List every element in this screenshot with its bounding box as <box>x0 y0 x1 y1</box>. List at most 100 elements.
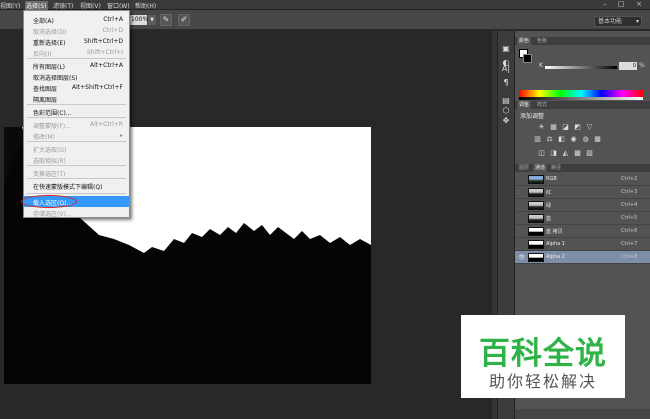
menu-view-y[interactable]: 视图(Y) <box>0 1 20 10</box>
select-menu-item[interactable]: 选取相似(R) <box>24 154 129 165</box>
background-color-swatch[interactable] <box>523 54 532 63</box>
channel-row[interactable]: RGB Ctrl+2 <box>515 173 650 186</box>
select-menu-item[interactable]: 取消选择(D) Ctrl+D <box>24 25 129 36</box>
zoom-input[interactable]: 100% <box>130 15 148 25</box>
menu-window[interactable]: 窗口(W) <box>107 1 130 10</box>
menu-item-label: 调整蒙版(F)... <box>33 123 71 130</box>
watermark-title: 百科全说 <box>479 336 607 372</box>
select-menu-dropdown: 全部(A) Ctrl+A 取消选择(D) Ctrl+D 重新选择(E) Shift+Ctr… <box>23 10 130 218</box>
black-white-icon[interactable]: ◧ <box>557 135 566 143</box>
color-balance-icon[interactable]: ⚖ <box>545 135 554 143</box>
visibility-eye-icon[interactable]: 👁 <box>518 254 526 261</box>
select-menu-item[interactable]: 存储选区(V)... <box>24 207 129 218</box>
channel-name: 蓝 拷贝 <box>546 229 563 235</box>
select-menu-item[interactable]: 取消选择图层(S) <box>24 71 129 82</box>
select-menu-item[interactable]: 变换选区(T) <box>24 167 129 178</box>
channel-row[interactable]: 👁 Alpha 2 Ctrl+8 <box>515 251 650 264</box>
visibility-eye-icon[interactable] <box>518 241 525 248</box>
channel-row[interactable]: 蓝 拷贝 Ctrl+6 <box>515 225 650 238</box>
select-menu-item[interactable]: 色彩范围(C)... <box>24 106 129 117</box>
select-menu-item[interactable]: 重新选择(E) Shift+Ctrl+D <box>24 36 129 47</box>
select-menu-item[interactable]: 所有图层(L) Alt+Ctrl+A <box>24 60 129 71</box>
select-menu-item[interactable]: 调整蒙版(F)... Alt+Ctrl+R <box>24 119 129 130</box>
visibility-eye-icon[interactable] <box>518 202 525 209</box>
menu-help[interactable]: 帮助(H) <box>135 1 156 10</box>
k-value-input[interactable]: 0 <box>619 62 637 70</box>
color-lookup-icon[interactable]: ▦ <box>593 135 602 143</box>
menu-item-shortcut: ▸ <box>119 132 123 139</box>
select-menu-item[interactable]: 修改(M) ▸ <box>24 130 129 141</box>
color-panel-icon[interactable]: ▣ <box>500 43 512 55</box>
menu-separator <box>27 141 126 142</box>
close-button[interactable]: × <box>632 0 646 9</box>
channel-name: 红 <box>546 190 552 196</box>
visibility-eye-icon[interactable] <box>518 176 525 183</box>
zoom-dropdown-icon[interactable]: ▼ <box>148 15 156 25</box>
channel-shortcut: Ctrl+4 <box>621 202 638 208</box>
channel-row[interactable]: Alpha 1 Ctrl+7 <box>515 238 650 251</box>
levels-icon[interactable]: ▦ <box>549 123 558 131</box>
photo-filter-icon[interactable]: ◉ <box>569 135 578 143</box>
channel-row[interactable]: 蓝 Ctrl+5 <box>515 212 650 225</box>
menu-bar: 视图(Y) 选择(S) 滤镜(T) 视图(V) 窗口(W) 帮助(H) – □ … <box>0 0 650 10</box>
tab-color[interactable]: 颜色 <box>517 37 532 45</box>
tablet-pressure-icon[interactable]: ✐ <box>178 14 190 26</box>
tab-adjustments[interactable]: 调整 <box>517 101 532 109</box>
menu-item-label: 在快速蒙版模式下编辑(Q) <box>33 184 103 191</box>
channel-thumbnail <box>528 214 544 223</box>
brightness-icon[interactable]: ☀ <box>537 123 546 131</box>
tab-layers[interactable]: 图层 <box>517 164 531 172</box>
select-menu-item[interactable]: 全部(A) Ctrl+A <box>24 14 129 25</box>
grayscale-ramp[interactable] <box>519 97 643 100</box>
menu-item-label: 变换选区(T) <box>33 171 66 178</box>
channel-thumbnail <box>528 227 544 236</box>
channels-panel-header: 图层 通道 路径 <box>515 164 650 172</box>
menu-view[interactable]: 视图(V) <box>80 1 101 10</box>
channel-shortcut: Ctrl+7 <box>621 241 638 247</box>
color-panel-header: 颜色 色板 <box>515 37 650 45</box>
tab-swatches[interactable]: 色板 <box>535 37 549 45</box>
channel-row[interactable]: 绿 Ctrl+4 <box>515 199 650 212</box>
select-menu-item[interactable]: 扩大选取(G) <box>24 143 129 154</box>
chevron-down-icon: ▾ <box>635 18 639 25</box>
select-menu-item[interactable]: 反向(I) Shift+Ctrl+I <box>24 47 129 58</box>
channel-mixer-icon[interactable]: ◍ <box>581 135 590 143</box>
tab-channels[interactable]: 通道 <box>533 164 548 172</box>
visibility-eye-icon[interactable] <box>518 189 525 196</box>
actions-icon[interactable]: ✥ <box>500 115 512 127</box>
selective-color-icon[interactable]: ▧ <box>585 149 594 157</box>
character-panel-icon[interactable]: A| <box>500 63 512 75</box>
menu-item-label: 扩大选取(G) <box>33 147 67 154</box>
tab-styles[interactable]: 样式 <box>535 101 549 109</box>
tab-paths[interactable]: 路径 <box>549 164 563 172</box>
brush-pressure-icon[interactable]: ✎ <box>160 14 172 26</box>
gradient-map-icon[interactable]: ▩ <box>573 149 582 157</box>
menu-item-shortcut: Ctrl+D <box>102 27 123 34</box>
channel-shortcut: Ctrl+6 <box>621 228 638 234</box>
color-spectrum-bar[interactable] <box>519 90 643 97</box>
select-menu-item[interactable]: 隔离图层 <box>24 93 129 104</box>
menu-select[interactable]: 选择(S) <box>25 1 48 10</box>
select-menu-item[interactable]: 查找图层 Alt+Shift+Ctrl+F <box>24 82 129 93</box>
curves-icon[interactable]: ◪ <box>561 123 570 131</box>
vibrance-icon[interactable]: ▽ <box>585 123 594 131</box>
exposure-icon[interactable]: ◩ <box>573 123 582 131</box>
menu-filter[interactable]: 滤镜(T) <box>53 1 73 10</box>
workspace-select[interactable]: 基本功能 ▾ <box>594 16 642 27</box>
restore-button[interactable]: □ <box>614 0 628 9</box>
add-adjustment-label: 添加调整 <box>520 113 545 120</box>
menu-item-shortcut: Ctrl+A <box>103 16 123 23</box>
select-menu-item[interactable]: 在快速蒙版模式下编辑(Q) <box>24 180 129 191</box>
threshold-icon[interactable]: ◭ <box>561 149 570 157</box>
posterize-icon[interactable]: ◨ <box>549 149 558 157</box>
k-slider[interactable] <box>545 66 617 69</box>
visibility-eye-icon[interactable] <box>518 228 525 235</box>
hue-saturation-icon[interactable]: ▥ <box>533 135 542 143</box>
channel-thumbnail <box>528 201 544 210</box>
minimize-button[interactable]: – <box>598 0 612 9</box>
menu-separator <box>27 117 126 118</box>
invert-icon[interactable]: ◫ <box>537 149 546 157</box>
channel-row[interactable]: 红 Ctrl+3 <box>515 186 650 199</box>
visibility-eye-icon[interactable] <box>518 215 525 222</box>
paragraph-panel-icon[interactable]: ¶ <box>500 77 512 89</box>
